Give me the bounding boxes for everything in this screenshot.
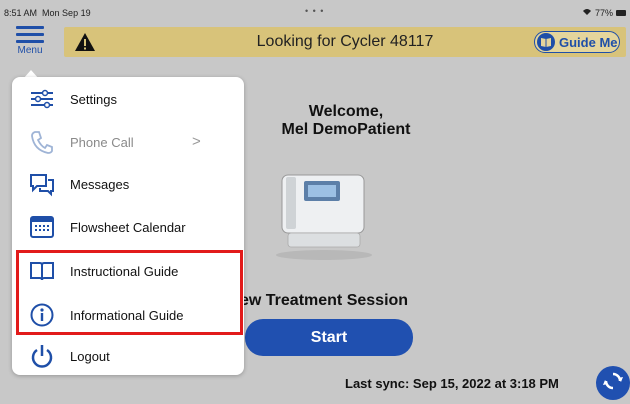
power-icon — [29, 343, 55, 369]
multitask-dots: • • • — [305, 6, 325, 16]
welcome-text: Welcome, Mel DemoPatient — [256, 103, 436, 139]
status-indicators: 77% — [582, 8, 626, 18]
patient-name: Mel DemoPatient — [281, 121, 411, 138]
menu-button[interactable]: Menu — [10, 24, 50, 64]
start-button[interactable]: Start — [245, 319, 413, 356]
menu-label: Menu — [17, 45, 43, 56]
battery-percent: 77% — [594, 8, 613, 18]
status-bar: 8:51 AM Mon Sep 19 • • • 77% — [0, 0, 630, 22]
wifi-icon — [582, 8, 592, 18]
status-time: 8:51 AM Mon Sep 19 — [4, 8, 91, 18]
menu-item-flowsheet-calendar[interactable]: Flowsheet Calendar — [12, 207, 244, 247]
menu-item-label: Logout — [70, 349, 110, 364]
sync-button[interactable] — [596, 366, 630, 400]
hamburger-icon — [16, 26, 44, 29]
menu-item-label: Settings — [70, 92, 117, 107]
last-sync-text: Last sync: Sep 15, 2022 at 3:18 PM — [345, 376, 559, 391]
chat-icon — [29, 171, 55, 197]
guide-book-icon — [537, 33, 555, 51]
menu-item-label: Flowsheet Calendar — [70, 220, 186, 235]
refresh-icon — [602, 370, 624, 397]
battery-icon — [616, 10, 626, 16]
menu-item-settings[interactable]: Settings — [12, 79, 244, 119]
menu-item-messages[interactable]: Messages — [12, 164, 244, 204]
calendar-icon — [29, 214, 55, 240]
header-banner: Looking for Cycler 48117 Guide Me — [64, 27, 626, 57]
phone-icon — [29, 129, 55, 155]
menu-item-logout[interactable]: Logout — [12, 336, 244, 376]
cycler-device-image — [268, 163, 378, 263]
guide-me-label: Guide Me — [559, 34, 618, 50]
highlight-annotation — [16, 250, 243, 335]
menu-item-label: Messages — [70, 177, 130, 192]
session-title: ew Treatment Session — [240, 292, 409, 309]
sliders-icon — [29, 86, 55, 112]
menu-item-label: Phone Call — [70, 135, 134, 150]
chevron-right-icon: > — [192, 133, 201, 150]
guide-me-button[interactable]: Guide Me — [534, 31, 620, 53]
menu-item-phone-call[interactable]: Phone Call > — [12, 122, 244, 162]
